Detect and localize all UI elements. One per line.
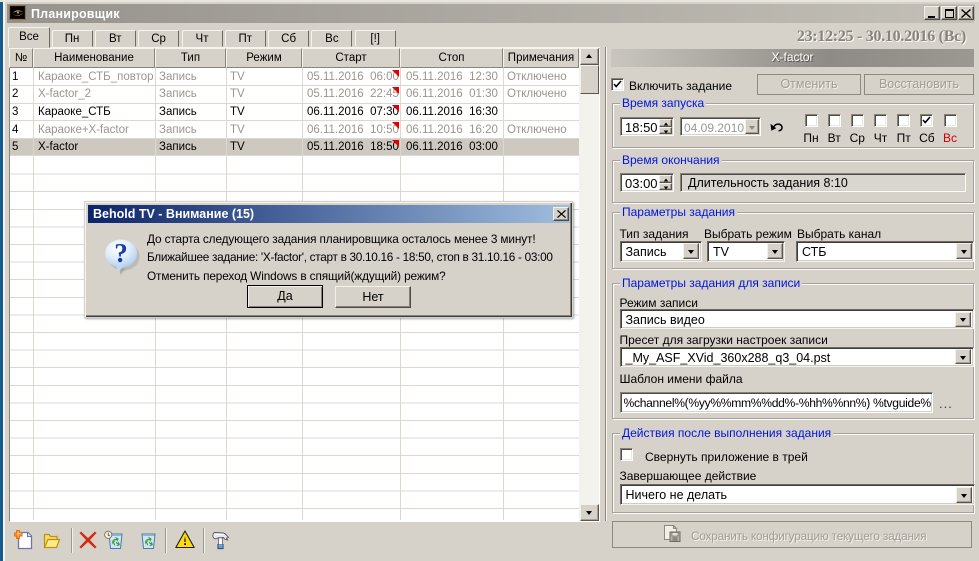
svg-text:?: ? (114, 238, 128, 268)
